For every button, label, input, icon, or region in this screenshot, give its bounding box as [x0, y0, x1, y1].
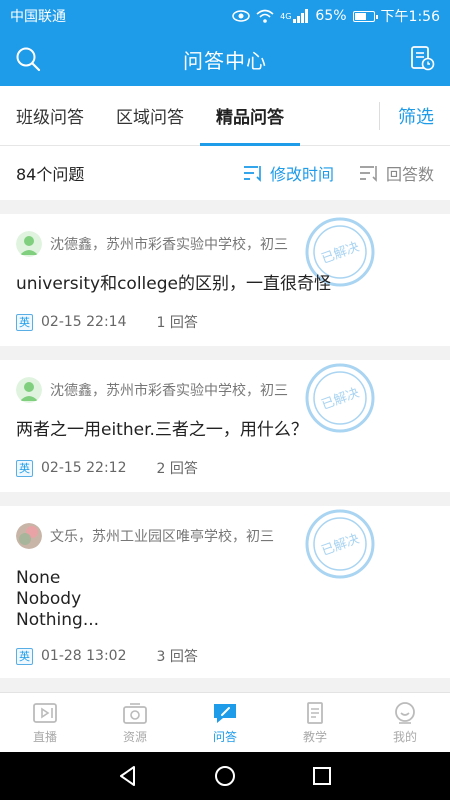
tab-resource[interactable]: 资源 — [90, 693, 180, 752]
tab-class-qa[interactable]: 班级问答 — [0, 86, 100, 146]
document-clock-icon[interactable] — [408, 44, 436, 72]
teaching-icon — [307, 701, 323, 724]
question-card[interactable]: 沈德鑫，苏州市彩香实验中学校，初三 已解决 两者之一用either.三者之一，用… — [0, 360, 450, 492]
bottom-tab-bar: 直播 资源 问答 教学 我的 — [0, 692, 450, 752]
subject-badge: 英 — [16, 647, 33, 665]
tab-qa[interactable]: 问答 — [180, 693, 270, 752]
question-date: 01-28 13:02 — [41, 648, 127, 664]
question-line: Nobody — [16, 589, 82, 609]
eye-icon — [232, 10, 250, 22]
app-header: 问答中心 — [0, 32, 450, 86]
default-avatar — [16, 231, 42, 257]
question-count: 84个问题 — [16, 165, 85, 184]
profile-icon — [395, 701, 415, 724]
subject-badge: 英 — [16, 313, 33, 331]
clock: 下午1:56 — [380, 9, 440, 25]
qa-icon — [214, 703, 236, 723]
signal-icon — [293, 9, 309, 23]
battery-percent: 65% — [315, 8, 347, 24]
question-card[interactable]: 文乐，苏州工业园区唯亭学校，初三 已解决 None Nobody Nothing… — [0, 506, 450, 678]
question-card[interactable]: 沈德鑫，苏州市彩香实验中学校，初三 已解决 university和college… — [0, 214, 450, 346]
filter-button[interactable]: 筛选 — [398, 86, 434, 146]
carrier-label: 中国联通 — [10, 9, 66, 25]
sort-icon — [359, 166, 377, 182]
question-text: None Nobody Nothing... — [16, 568, 434, 631]
question-line: None — [16, 568, 61, 588]
system-nav-bar — [0, 752, 450, 800]
subject-badge: 英 — [16, 459, 33, 477]
live-icon — [33, 702, 57, 723]
stamp-label: 已解决 — [320, 386, 362, 413]
author-info: 沈德鑫，苏州市彩香实验中学校，初三 — [50, 383, 288, 399]
tab-label: 直播 — [32, 729, 57, 744]
battery-icon — [352, 10, 378, 22]
tab-profile[interactable]: 我的 — [360, 693, 450, 752]
question-date: 02-15 22:12 — [41, 460, 127, 476]
tab-label: 教学 — [302, 729, 327, 744]
wifi-icon — [256, 9, 274, 23]
stamp-label: 已解决 — [320, 532, 362, 559]
tab-label: 我的 — [392, 729, 417, 744]
question-date: 02-15 22:14 — [41, 314, 127, 330]
sort-by-time-button[interactable]: 修改时间 — [242, 161, 334, 185]
author-info: 文乐，苏州工业园区唯亭学校，初三 — [50, 529, 274, 545]
author-info: 沈德鑫，苏州市彩香实验中学校，初三 — [50, 237, 288, 253]
answer-count: 1 回答 — [156, 315, 198, 331]
back-icon[interactable] — [116, 764, 140, 788]
status-bar: 中国联通 4G 65% 下午1:56 — [0, 0, 450, 32]
recents-icon[interactable] — [310, 764, 334, 788]
stamp-label: 已解决 — [320, 240, 362, 267]
tab-label: 区域问答 — [116, 108, 184, 128]
question-line: Nothing... — [16, 610, 100, 630]
question-meta: 英 02-15 22:12 2 回答 — [16, 458, 198, 478]
sort-by-answers-button[interactable]: 回答数 — [358, 161, 434, 185]
tab-featured-qa[interactable]: 精品问答 — [200, 86, 300, 146]
tab-live[interactable]: 直播 — [0, 693, 90, 752]
answer-count: 3 回答 — [156, 649, 198, 665]
answer-count: 2 回答 — [156, 461, 198, 477]
tab-teaching[interactable]: 教学 — [270, 693, 360, 752]
photo-avatar — [16, 523, 42, 549]
search-icon[interactable] — [14, 45, 42, 73]
sort-icon — [243, 166, 261, 182]
home-icon[interactable] — [213, 764, 237, 788]
question-meta: 英 02-15 22:14 1 回答 — [16, 312, 198, 332]
tab-label: 精品问答 — [216, 108, 284, 128]
category-tabs: 班级问答 区域问答 精品问答 筛选 — [0, 86, 450, 146]
network-type: 4G — [280, 12, 292, 21]
tab-label: 班级问答 — [16, 108, 84, 128]
question-text: 两者之一用either.三者之一，用什么？ — [16, 420, 308, 440]
question-meta: 英 01-28 13:02 3 回答 — [16, 646, 198, 666]
sort-by-answers-label: 回答数 — [385, 165, 434, 184]
default-avatar — [16, 377, 42, 403]
resource-icon — [123, 702, 147, 724]
tab-region-qa[interactable]: 区域问答 — [100, 86, 200, 146]
page-title: 问答中心 — [183, 48, 267, 73]
sort-bar: 84个问题 修改时间 回答数 — [0, 146, 450, 200]
tab-divider — [379, 102, 380, 130]
question-text: university和college的区别，一直很奇怪 — [16, 274, 331, 294]
sort-by-time-label: 修改时间 — [269, 165, 334, 184]
tab-label: 资源 — [122, 729, 147, 744]
tab-label: 问答 — [212, 729, 237, 744]
battery-fill — [354, 12, 367, 20]
